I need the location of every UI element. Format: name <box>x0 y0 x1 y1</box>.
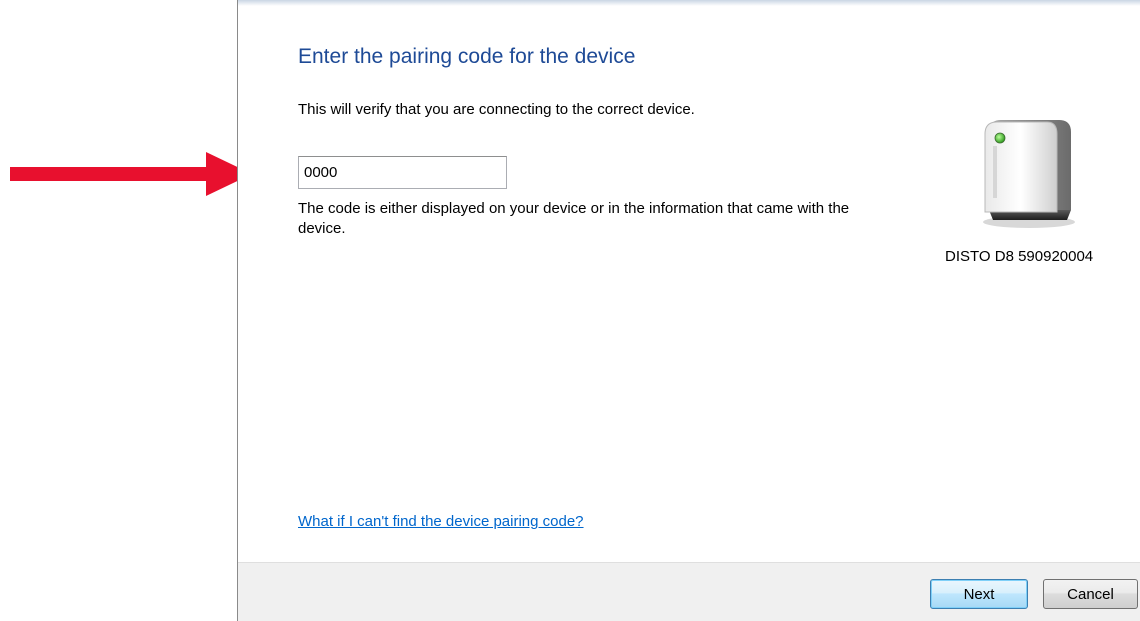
pairing-code-input[interactable] <box>298 156 507 189</box>
code-help-text: The code is either displayed on your dev… <box>298 200 850 237</box>
dialog-footer: Next Cancel <box>238 562 1140 621</box>
dialog-subtitle: This will verify that you are connecting… <box>298 101 695 118</box>
pairing-dialog: Enter the pairing code for the device Th… <box>237 0 1140 621</box>
next-button[interactable]: Next <box>930 579 1028 609</box>
window-top-edge <box>238 0 1140 6</box>
dialog-title: Enter the pairing code for the device <box>298 45 636 68</box>
screenshot: Enter the pairing code for the device Th… <box>0 0 1140 621</box>
device-name-label: DISTO D8 590920004 <box>945 248 1094 265</box>
red-arrow-annotation <box>10 152 252 196</box>
device-icon <box>983 120 1075 228</box>
pairing-code-help-link[interactable]: What if I can't find the device pairing … <box>298 513 584 530</box>
cancel-button[interactable]: Cancel <box>1043 579 1138 609</box>
